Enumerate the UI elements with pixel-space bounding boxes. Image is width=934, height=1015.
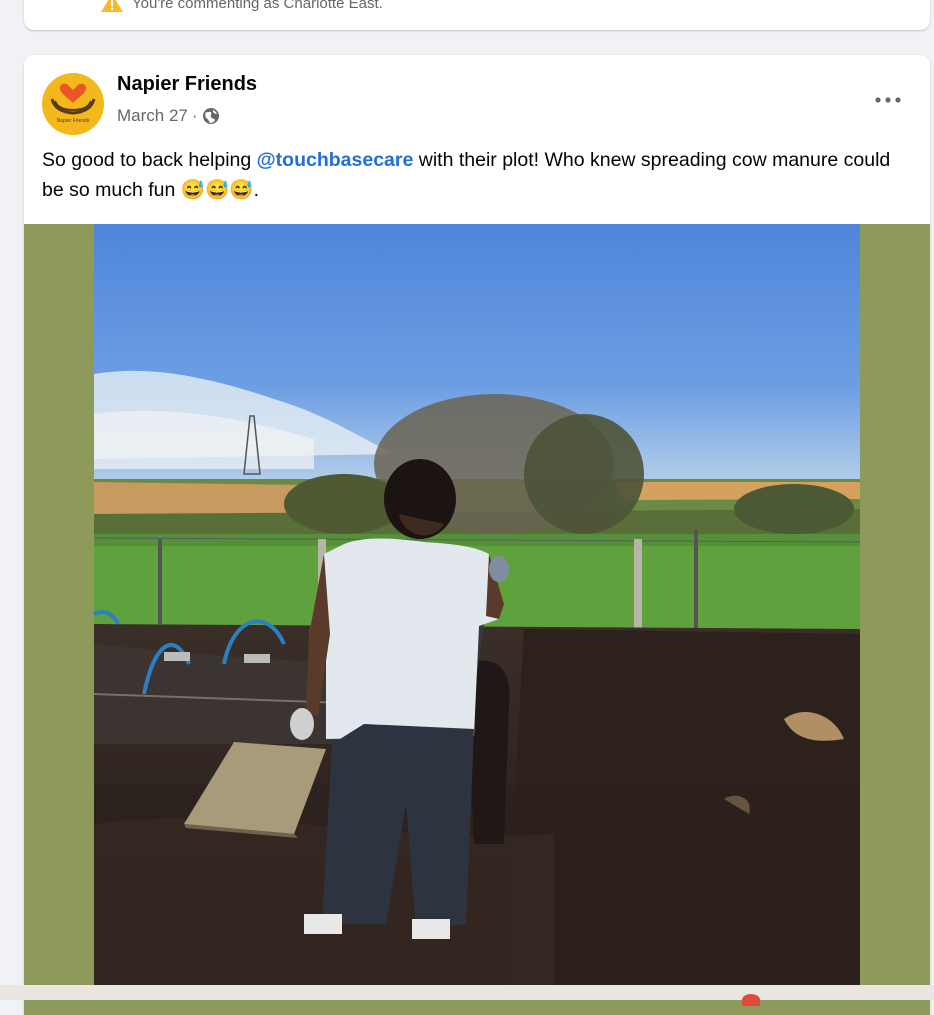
- svg-text:Napier Friends: Napier Friends: [57, 118, 90, 124]
- post-text: So good to back helping @touchbasecare w…: [42, 145, 912, 205]
- post-text-start: So good to back helping: [42, 149, 257, 171]
- more-options-icon: [875, 97, 901, 103]
- comment-notice-text: You're commenting as Charlotte East.: [132, 0, 383, 12]
- post-meta: March 27 ·: [117, 106, 220, 126]
- post-date[interactable]: March 27: [117, 106, 188, 126]
- bottom-bar: [0, 985, 934, 1000]
- avatar-logo: Napier Friends: [42, 73, 104, 135]
- post-text-end: .: [253, 179, 260, 201]
- globe-icon: [202, 108, 219, 124]
- comment-notice-row: You're commenting as Charlotte East.: [100, 0, 383, 13]
- comment-notice-card: You're commenting as Charlotte East.: [24, 0, 930, 30]
- mention-link[interactable]: @touchbasecare: [257, 149, 414, 171]
- meta-separator: ·: [191, 106, 198, 125]
- warning-icon: [101, 0, 123, 12]
- post-card: Napier Friends Napier Friends March 27 ·…: [24, 55, 930, 1015]
- notification-dot: [742, 994, 760, 1006]
- author-avatar[interactable]: Napier Friends: [42, 73, 104, 135]
- post-author-name[interactable]: Napier Friends: [117, 73, 257, 96]
- post-photo-container[interactable]: [24, 224, 930, 1015]
- more-options-button[interactable]: [868, 85, 908, 115]
- emoji-group: 😅😅😅: [180, 179, 254, 201]
- post-photo[interactable]: [94, 224, 860, 990]
